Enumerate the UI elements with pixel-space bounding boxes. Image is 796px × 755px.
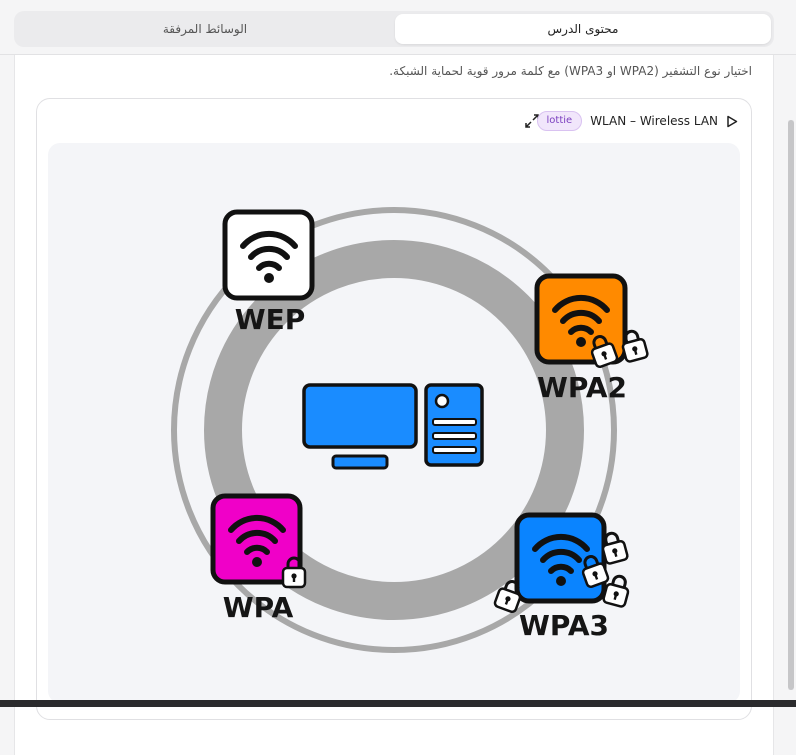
computer-icon	[302, 383, 484, 470]
wep-label: WEP	[235, 303, 306, 336]
tab-lesson-content[interactable]: محتوى الدرس	[395, 14, 771, 44]
animation-stage: WEP WPA2 WPA WPA3	[48, 143, 740, 703]
wpa2-label: WPA2	[537, 371, 627, 404]
tab-switcher: الوسائط المرفقة محتوى الدرس	[14, 11, 774, 47]
wep-wifi-icon	[222, 209, 315, 301]
scrollbar-thumb[interactable]	[788, 120, 794, 690]
wpa-label: WPA	[223, 591, 294, 624]
animation-title: WLAN – Wireless LAN	[590, 114, 718, 128]
lottie-badge: lottie	[536, 111, 583, 131]
tab-attached-media[interactable]: الوسائط المرفقة	[17, 14, 393, 44]
play-icon[interactable]	[726, 114, 740, 128]
wpa3-label: WPA3	[519, 609, 609, 642]
bottom-edge	[0, 700, 796, 707]
lesson-intro-text: اختيار نوع التشفير (WPA2 او WPA3) مع كلم…	[389, 64, 752, 78]
page-scrollbar[interactable]	[788, 120, 794, 690]
player-header: lottie WLAN – Wireless LAN	[490, 110, 740, 132]
